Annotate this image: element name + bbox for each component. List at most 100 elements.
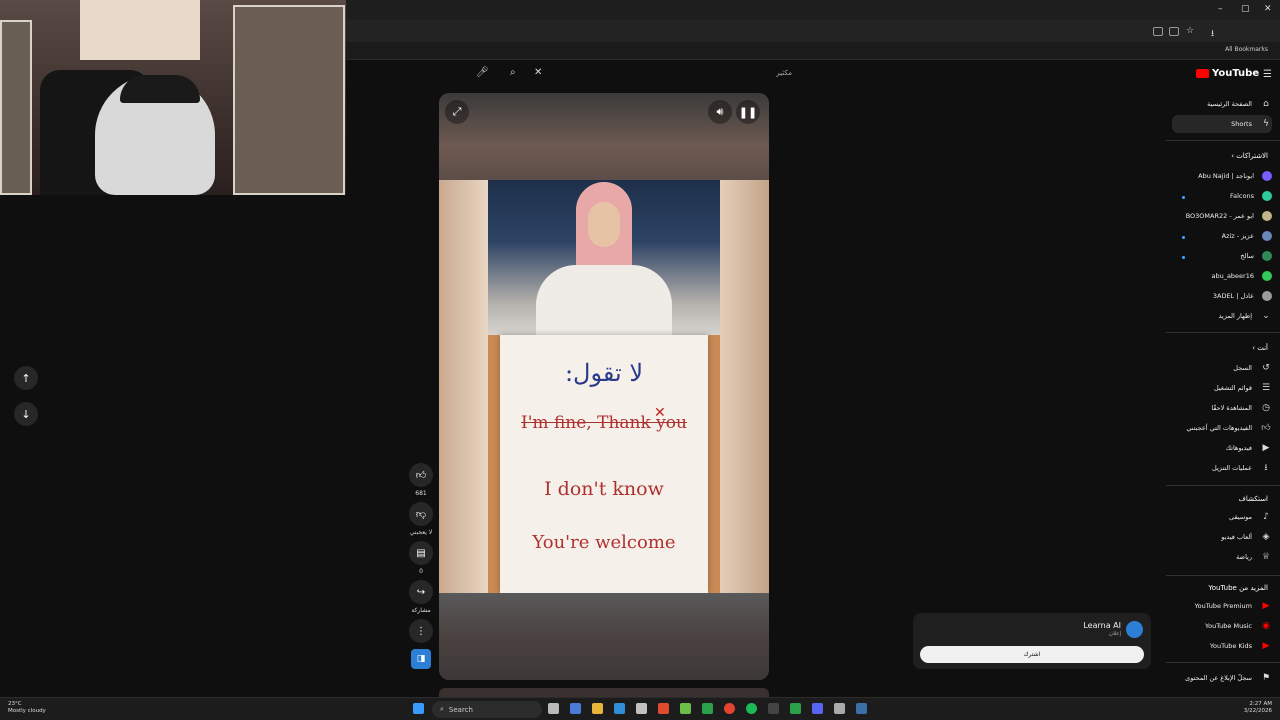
file-explorer-icon[interactable] [592, 703, 603, 714]
app-icon[interactable] [790, 703, 801, 714]
hamburger-menu-icon[interactable]: ☰ [1263, 69, 1272, 80]
previous-short-button[interactable]: ↑ [14, 366, 38, 390]
sidebar-item-downloads[interactable]: عمليات التنزيل ⭳ [1166, 459, 1272, 477]
sidebar-label: فيديوهاتك [1225, 444, 1252, 452]
maximize-icon[interactable]: ▢ [1241, 4, 1250, 14]
close-icon[interactable]: ✕ [1264, 4, 1272, 14]
channel-name: Falcons [1230, 192, 1254, 200]
sidebar-item-liked[interactable]: الفيديوهات التي أعجبتني 👍︎ [1166, 419, 1272, 437]
sidebar-item-music[interactable]: موسيقى ♪ [1166, 508, 1272, 526]
subscribe-button[interactable]: اشترك [920, 646, 1144, 663]
sidebar-label: Shorts [1231, 120, 1252, 128]
channel-subtitle: إعلان [1108, 631, 1121, 637]
taskbar-search-label: Search [448, 705, 473, 714]
bookmark-star-icon[interactable]: ☆ [1186, 26, 1194, 36]
share-action: ↪ مشاركة [409, 580, 433, 614]
youtube-play-icon [1196, 69, 1209, 78]
channel-name: ابو عمر - BO3OMAR22 [1185, 212, 1254, 220]
windows-start-icon[interactable] [413, 703, 424, 714]
clear-search-icon[interactable]: ✕ [534, 67, 542, 78]
divider [1166, 575, 1280, 576]
weather-temp: 23°C [8, 701, 22, 707]
microphone-icon[interactable]: 🎤︎ [476, 67, 489, 78]
sidebar-sub-0[interactable]: ابوناجد | Abu Najid [1166, 167, 1272, 185]
new-content-dot [1182, 256, 1185, 259]
edge-icon[interactable] [614, 703, 625, 714]
channel-avatar[interactable]: ◨ [411, 649, 431, 669]
search-hint: مكثير [776, 69, 792, 77]
sidebar-sub-2[interactable]: ابو عمر - BO3OMAR22 [1166, 207, 1272, 225]
next-short-button[interactable]: ↓ [14, 402, 38, 426]
chevron-down-icon: ⌄ [1262, 311, 1270, 321]
windows-taskbar: 23°C Mostly cloudy ⌕ Search 2:27 AM 3/22/… [0, 697, 1280, 720]
weather-widget[interactable]: 23°C Mostly cloudy [8, 701, 46, 715]
youtube-logo-text: YouTube [1212, 68, 1260, 79]
translate-icon[interactable] [1153, 27, 1163, 36]
sign-title: لا تقول: [564, 359, 644, 387]
home-icon: ⌂ [1263, 99, 1269, 109]
cast-icon[interactable] [1169, 27, 1179, 36]
playlists-icon: ☰ [1261, 383, 1271, 393]
like-icon[interactable]: 👍︎ [409, 463, 433, 487]
shorts-video-player[interactable]: لا تقول: ✕ I'm fine, Thank you I don't k… [439, 93, 769, 680]
share-icon[interactable]: ↪ [409, 580, 433, 604]
youtube-logo[interactable]: YouTube [1196, 68, 1259, 79]
copilot-icon[interactable] [570, 703, 581, 714]
gaming-icon: ◈ [1262, 532, 1270, 542]
spotify-icon[interactable] [746, 703, 757, 714]
sidebar-item-kids[interactable]: YouTube Kids ▶ [1166, 637, 1272, 655]
sidebar-label: إظهار المزيد [1218, 312, 1252, 320]
sidebar-item-shorts[interactable]: Shorts ϟ [1172, 115, 1272, 133]
music-icon: ♪ [1263, 512, 1269, 522]
downloads-icon: ⭳ [1264, 463, 1268, 473]
sidebar-label: قوائم التشغيل [1213, 384, 1252, 392]
xbox-icon[interactable] [680, 703, 691, 714]
store-icon[interactable] [636, 703, 647, 714]
volume-icon[interactable]: 🔊︎ [708, 100, 732, 124]
sidebar-label: ألعاب فيديو [1221, 533, 1252, 541]
like-count: 681 [415, 490, 427, 497]
search-icon[interactable]: ⌕ [510, 67, 516, 78]
sidebar-item-music-app[interactable]: YouTube Music ◉ [1166, 617, 1272, 635]
sidebar-label: رياضة [1236, 553, 1252, 561]
minimize-icon[interactable]: – [1218, 4, 1223, 14]
sidebar-item-sports[interactable]: رياضة ♕ [1166, 548, 1272, 566]
app-icon[interactable] [834, 703, 845, 714]
sidebar-item-home[interactable]: الصفحة الرئيسية ⌂ [1166, 95, 1272, 113]
discord-icon[interactable] [812, 703, 823, 714]
steam-icon[interactable] [856, 703, 867, 714]
fullscreen-icon[interactable]: ⤢ [445, 100, 469, 124]
comment-icon[interactable]: ▤ [409, 541, 433, 565]
weather-desc: Mostly cloudy [8, 708, 46, 714]
sidebar-item-your-videos[interactable]: فيديوهاتك ▶ [1166, 439, 1272, 457]
taskbar-search[interactable]: ⌕ Search [432, 701, 542, 718]
task-view-icon[interactable] [548, 703, 559, 714]
avatar [1262, 211, 1272, 221]
excel-icon[interactable] [702, 703, 713, 714]
sidebar-item-history[interactable]: السجل ↺ [1166, 359, 1272, 377]
sidebar-sub-5[interactable]: abu_abeer16 [1166, 267, 1272, 285]
chrome-icon[interactable] [724, 703, 735, 714]
download-icon[interactable]: ⭳ [1211, 26, 1214, 42]
sidebar-label: YouTube Music [1205, 622, 1252, 630]
sidebar-item-report[interactable]: سجلّ الإبلاغ عن المحتوى ⚑ [1166, 669, 1272, 687]
all-bookmarks-label[interactable]: All Bookmarks [1225, 46, 1268, 53]
system-clock[interactable]: 2:27 AM 3/22/2026 [1244, 701, 1272, 715]
watch-later-icon: ◷ [1262, 403, 1270, 413]
sidebar-item-playlists[interactable]: قوائم التشغيل ☰ [1166, 379, 1272, 397]
sidebar-sub-6[interactable]: عادل | 3ADEL [1166, 287, 1272, 305]
sidebar-label: الفيديوهات التي أعجبتني [1186, 424, 1252, 432]
you-header[interactable]: أنت › [1252, 344, 1268, 352]
dislike-icon[interactable]: 👎︎ [409, 502, 433, 526]
sidebar-label: السجل [1233, 364, 1252, 372]
app-icon[interactable] [658, 703, 669, 714]
subscriptions-header[interactable]: الاشتراكات › [1231, 152, 1268, 160]
pause-icon[interactable]: ❚❚ [736, 100, 760, 124]
app-icon[interactable] [768, 703, 779, 714]
sidebar-item-gaming[interactable]: ألعاب فيديو ◈ [1166, 528, 1272, 546]
sidebar-item-premium[interactable]: YouTube Premium ▶ [1166, 597, 1272, 615]
sidebar-item-watch-later[interactable]: المشاهدة لاحقًا ◷ [1166, 399, 1272, 417]
sidebar-label: YouTube Premium [1194, 602, 1252, 610]
sidebar-show-more[interactable]: إظهار المزيد ⌄ [1166, 307, 1272, 325]
more-options-icon[interactable]: ⋮ [409, 619, 433, 643]
